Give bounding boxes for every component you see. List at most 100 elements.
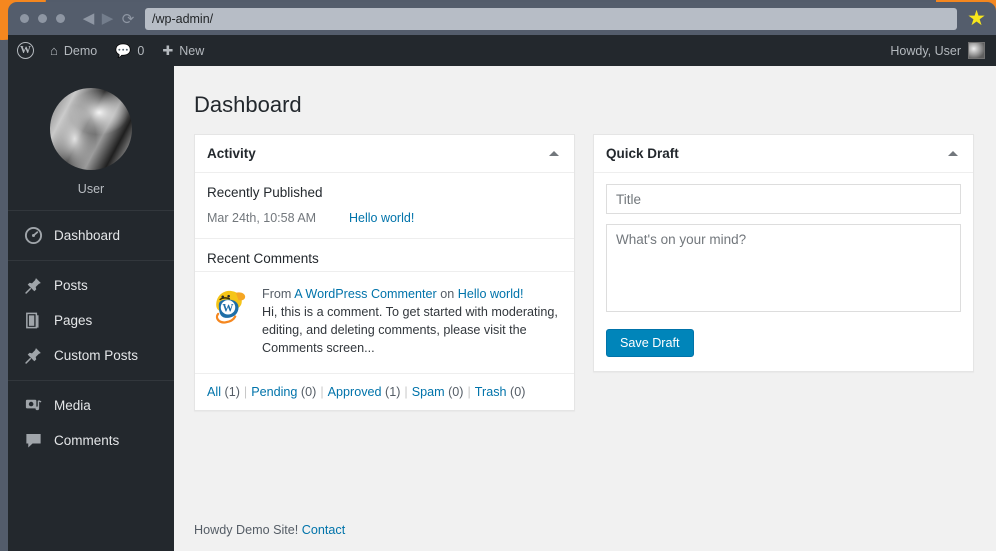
chevron-up-icon[interactable] (549, 151, 559, 156)
address-bar[interactable]: /wp-admin/ (145, 7, 958, 30)
footer-contact-link[interactable]: Contact (302, 523, 345, 537)
sidebar-item-label: Comments (54, 433, 120, 448)
pushpin-icon (25, 348, 41, 364)
quick-draft-content-input[interactable] (606, 224, 961, 312)
sidebar-profile: User (8, 66, 174, 210)
admin-bar: W ⌂ Demo 💬 0 ✚ New Howdy, User (8, 35, 996, 66)
comment-on-label: on (440, 287, 455, 301)
comment-filter-links: All (1) | Pending (0) | Approved (1) | Spam (0… (195, 372, 574, 410)
activity-widget-title: Activity (207, 146, 256, 161)
comment-meta: From A WordPress Commenter on Hello worl… (262, 285, 562, 303)
sidebar-group-content: Posts Pages Custom Posts (8, 260, 174, 380)
comment-filter-spam[interactable]: Spam (412, 385, 445, 399)
published-date: Mar 24th, 10:58 AM (207, 211, 317, 225)
comments-count: 0 (137, 43, 145, 58)
comment-post-link[interactable]: Hello world! (458, 287, 524, 301)
comment-filter-all[interactable]: All (207, 385, 221, 399)
sidebar-item-posts[interactable]: Posts (8, 268, 174, 303)
avatar (50, 88, 132, 170)
comment-excerpt: Hi, this is a comment. To get started wi… (262, 305, 558, 356)
pushpin-icon (25, 278, 41, 294)
separator: | (243, 384, 248, 399)
close-window-button[interactable] (20, 14, 29, 23)
svg-text:W: W (222, 302, 233, 314)
sidebar-item-media[interactable]: Media (8, 388, 174, 423)
comment-from-label: From (262, 287, 292, 301)
media-icon (25, 399, 42, 411)
comment-item: W From A WordPress Commenter on Hello wo… (195, 272, 574, 373)
home-icon: ⌂ (50, 43, 58, 58)
wordpress-admin-page: W ⌂ Demo 💬 0 ✚ New Howdy, User User Dash… (8, 35, 996, 551)
quick-draft-title-input[interactable] (606, 184, 961, 214)
sidebar-item-comments[interactable]: Comments (8, 423, 174, 458)
column-left: Activity Recently Published Mar 24th, 10… (194, 134, 575, 411)
window-controls[interactable] (20, 14, 65, 23)
wapuu-mascot-avatar: W (207, 285, 249, 327)
adminbar-new-content[interactable]: ✚ New (153, 35, 213, 66)
published-post-link[interactable]: Hello world! (349, 211, 414, 225)
separator: | (320, 384, 324, 399)
admin-footer: Howdy Demo Site! Contact (194, 523, 345, 537)
sidebar-item-label: Posts (54, 278, 88, 293)
quick-draft-widget-title: Quick Draft (606, 146, 679, 161)
save-draft-button[interactable]: Save Draft (606, 329, 694, 357)
sidebar-item-label: Dashboard (54, 228, 121, 243)
reload-icon[interactable]: ⟳ (117, 10, 139, 28)
footer-text: Howdy Demo Site! (194, 523, 299, 537)
separator: | (467, 384, 471, 399)
recent-comments-title: Recent Comments (207, 251, 319, 266)
sidebar-profile-name: User (77, 182, 105, 196)
comment-filter-all-count: (1) (224, 384, 240, 399)
maximize-window-button[interactable] (56, 14, 65, 23)
star-icon[interactable]: ★ (967, 8, 986, 29)
forward-arrow-icon[interactable]: ▶ (98, 11, 117, 26)
adminbar-my-account[interactable]: Howdy, User (890, 42, 996, 59)
back-arrow-icon[interactable]: ◀ (79, 11, 98, 26)
page-title: Dashboard (194, 92, 302, 117)
separator: | (404, 384, 408, 399)
minimize-window-button[interactable] (38, 14, 47, 23)
sidebar-group-primary: Dashboard (8, 210, 174, 260)
sidebar-item-label: Pages (54, 313, 93, 328)
greeting-label: Howdy, User (890, 43, 961, 58)
quick-draft-widget-header: Quick Draft (594, 135, 973, 173)
published-row: Mar 24th, 10:58 AM Hello world! (195, 205, 574, 238)
column-right: Quick Draft Save Draft (593, 134, 974, 372)
recently-published-title: Recently Published (207, 185, 323, 200)
sidebar-item-custom-posts[interactable]: Custom Posts (8, 338, 174, 373)
activity-widget: Activity Recently Published Mar 24th, 10… (194, 134, 575, 411)
dashboard-gauge-icon (24, 226, 43, 245)
adminbar-site-name[interactable]: ⌂ Demo (41, 35, 106, 66)
quick-draft-widget: Quick Draft Save Draft (593, 134, 974, 372)
main-content: Dashboard Activity Recently Published Ma… (174, 66, 996, 551)
comment-bubble-icon (26, 434, 41, 448)
admin-sidebar: User Dashboard Posts Pages Custom Posts … (8, 66, 174, 551)
comment-body: From A WordPress Commenter on Hello worl… (262, 285, 562, 358)
browser-toolbar: ◀ ▶ ⟳ /wp-admin/ ★ (8, 2, 996, 35)
new-label: New (179, 43, 205, 58)
url-text: /wp-admin/ (152, 11, 214, 26)
comment-filter-trash[interactable]: Trash (475, 385, 507, 399)
plus-icon: ✚ (162, 43, 174, 58)
wordpress-logo-icon: W (17, 42, 34, 59)
chevron-up-icon[interactable] (948, 151, 958, 156)
comment-filter-approved-count: (1) (385, 384, 401, 399)
adminbar-comments[interactable]: 💬 0 (106, 35, 153, 66)
sidebar-item-label: Media (54, 398, 91, 413)
comment-author-link[interactable]: A WordPress Commenter (294, 287, 437, 301)
comment-filter-approved[interactable]: Approved (328, 385, 382, 399)
avatar (968, 42, 985, 59)
quick-draft-form: Save Draft (594, 173, 973, 371)
pages-icon (26, 312, 39, 329)
comment-filter-pending-count: (0) (300, 384, 317, 399)
comment-filter-pending[interactable]: Pending (251, 385, 297, 399)
site-name-label: Demo (63, 43, 98, 58)
sidebar-group-media: Media Comments (8, 380, 174, 465)
sidebar-item-label: Custom Posts (54, 348, 139, 363)
activity-widget-header: Activity (195, 135, 574, 173)
sidebar-item-dashboard[interactable]: Dashboard (8, 218, 174, 253)
comment-filter-spam-count: (0) (448, 384, 464, 399)
adminbar-wordpress-logo[interactable]: W (8, 35, 41, 66)
browser-window: ◀ ▶ ⟳ /wp-admin/ ★ W ⌂ Demo 💬 0 ✚ New Ho… (8, 2, 996, 551)
sidebar-item-pages[interactable]: Pages (8, 303, 174, 338)
